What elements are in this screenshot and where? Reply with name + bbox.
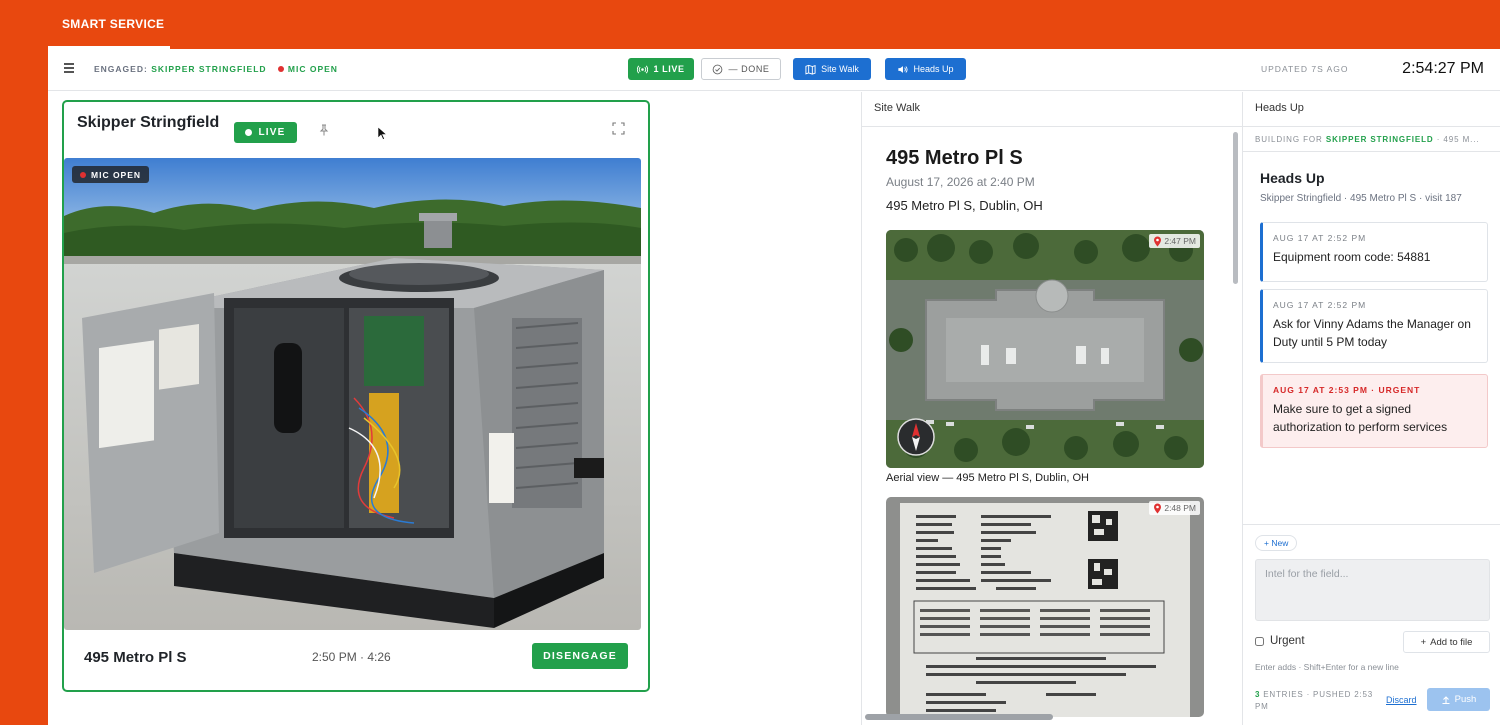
- speaker-icon: [898, 65, 909, 73]
- aerial-image: [886, 230, 1204, 468]
- top-bar: ENGAGED: SKIPPER STRINGFIELD MIC OPEN 1 …: [48, 49, 1500, 91]
- heads-up-subtitle: Skipper Stringfield · 495 Metro Pl S · v…: [1260, 193, 1462, 204]
- note-text: Ask for Vinny Adams the Manager on Duty …: [1273, 317, 1471, 349]
- site-walk-button[interactable]: Site Walk: [793, 58, 871, 80]
- mic-open-label: MIC OPEN: [91, 169, 142, 180]
- building-name: SKIPPER STRINGFIELD: [1325, 135, 1434, 144]
- location-pin-icon: [1154, 503, 1162, 513]
- clock: 2:54:27 PM: [1402, 60, 1484, 77]
- live-filter-button[interactable]: 1 LIVE: [628, 58, 694, 80]
- heads-up-label: Heads Up: [913, 64, 954, 74]
- live-badge-label: LIVE: [258, 127, 286, 138]
- mic-dot-icon: [277, 66, 284, 72]
- site-walk-scroll[interactable]: 495 Metro Pl S August 17, 2026 at 2:40 P…: [862, 128, 1242, 725]
- urgent-checkbox[interactable]: [1255, 636, 1264, 646]
- site-walk-label: Site Walk: [821, 64, 859, 74]
- disengage-button[interactable]: DISENGAGE: [532, 643, 628, 669]
- heads-up-note-urgent[interactable]: AUG 17 AT 2:53 PM · URGENT Make sure to …: [1260, 374, 1488, 448]
- push-label: Push: [1454, 694, 1477, 705]
- check-circle-icon: [713, 64, 723, 74]
- note-timestamp: AUG 17 AT 2:52 PM: [1273, 300, 1367, 310]
- map-icon: [805, 64, 816, 75]
- live-video-feed[interactable]: MIC OPEN: [64, 158, 641, 630]
- site-walk-header: Site Walk: [862, 92, 1242, 127]
- photo-time-label: 2:47 PM: [1164, 236, 1196, 246]
- push-button[interactable]: Push: [1427, 688, 1490, 711]
- engaged-label: ENGAGED:: [94, 64, 148, 74]
- add-to-file-label: Add to file: [1430, 636, 1473, 648]
- building-suffix: · 495 M...: [1436, 135, 1480, 144]
- site-walk-panel: Site Walk 495 Metro Pl S August 17, 2026…: [861, 92, 1242, 725]
- note-timestamp: AUG 17 AT 2:53 PM · URGENT: [1273, 385, 1421, 395]
- building-for-bar: BUILDING FOR SKIPPER STRINGFIELD · 495 M…: [1243, 128, 1500, 152]
- nameplate-image: [886, 497, 1204, 717]
- mic-status: MIC OPEN: [287, 64, 338, 74]
- broadcast-icon: [637, 65, 649, 73]
- updated-status: UPDATED 7S AGO: [1261, 64, 1349, 74]
- site-date: August 17, 2026 at 2:40 PM: [886, 175, 1035, 189]
- heads-up-title: Heads Up: [1260, 170, 1325, 186]
- nameplate-photo[interactable]: 2:48 PM: [886, 497, 1204, 717]
- menu-icon[interactable]: [64, 63, 74, 73]
- entries-text: ENTRIES · PUSHED 2:53 PM: [1255, 690, 1373, 711]
- heads-up-note[interactable]: AUG 17 AT 2:52 PM Equipment room code: 5…: [1260, 222, 1488, 282]
- done-filter-button[interactable]: — DONE: [701, 58, 781, 80]
- photo-timestamp: 2:47 PM: [1149, 234, 1200, 248]
- cursor-icon: [377, 126, 387, 140]
- heads-up-header: Heads Up: [1243, 92, 1500, 127]
- card-time: 2:50 PM · 4:26: [312, 650, 391, 664]
- brand-title: SMART SERVICE: [62, 17, 165, 31]
- note-text: Equipment room code: 54881: [1273, 250, 1431, 264]
- new-note-button[interactable]: + New: [1255, 535, 1298, 551]
- live-badge: LIVE: [234, 122, 297, 143]
- entries-count: 3: [1255, 690, 1261, 699]
- urgent-label: Urgent: [1270, 635, 1305, 647]
- site-title: 495 Metro Pl S: [886, 147, 1023, 169]
- heads-up-note[interactable]: AUG 17 AT 2:52 PM Ask for Vinny Adams th…: [1260, 289, 1488, 363]
- live-stage: Skipper Stringfield LIVE MIC OPEN 495 Me…: [48, 92, 861, 725]
- heads-up-button[interactable]: Heads Up: [885, 58, 966, 80]
- building-prefix: BUILDING FOR: [1255, 135, 1323, 144]
- site-address: 495 Metro Pl S, Dublin, OH: [886, 198, 1043, 213]
- note-text: Make sure to get a signed authorization …: [1273, 402, 1448, 434]
- add-to-file-button[interactable]: + Add to file: [1403, 631, 1490, 653]
- engaged-status: ENGAGED: SKIPPER STRINGFIELD MIC OPEN: [94, 64, 338, 74]
- pin-icon[interactable]: [318, 124, 330, 136]
- tech-name: Skipper Stringfield: [77, 114, 220, 131]
- intel-input[interactable]: [1255, 559, 1490, 621]
- aerial-photo[interactable]: 2:47 PM: [886, 230, 1204, 468]
- live-session-card: Skipper Stringfield LIVE MIC OPEN 495 Me…: [62, 100, 650, 692]
- rooftop-unit-image: [64, 158, 641, 630]
- discard-link[interactable]: Discard: [1386, 695, 1417, 705]
- app-window: ENGAGED: SKIPPER STRINGFIELD MIC OPEN 1 …: [48, 49, 1500, 725]
- live-filter-label: 1 LIVE: [653, 64, 685, 74]
- heads-up-composer: + New Urgent + Add to file Enter adds · …: [1243, 524, 1500, 725]
- urgent-checkbox-row[interactable]: Urgent: [1255, 635, 1305, 647]
- photo-caption: Aerial view — 495 Metro Pl S, Dublin, OH: [886, 472, 1089, 484]
- photo-time-label: 2:48 PM: [1164, 503, 1196, 513]
- done-filter-label: — DONE: [728, 64, 770, 74]
- composer-hint: Enter adds · Shift+Enter for a new line: [1255, 662, 1399, 672]
- mic-open-badge: MIC OPEN: [72, 166, 150, 183]
- entries-status: 3 ENTRIES · PUSHED 2:53 PM: [1255, 689, 1373, 713]
- plus-icon: +: [1420, 636, 1427, 648]
- upload-icon: [1442, 695, 1450, 704]
- horizontal-scrollbar[interactable]: [865, 714, 1053, 720]
- vertical-scrollbar[interactable]: [1233, 132, 1238, 284]
- location-pin-icon: [1154, 236, 1162, 246]
- note-timestamp: AUG 17 AT 2:52 PM: [1273, 233, 1367, 243]
- card-address: 495 Metro Pl S: [84, 649, 187, 666]
- expand-icon[interactable]: [612, 122, 625, 135]
- heads-up-panel: Heads Up BUILDING FOR SKIPPER STRINGFIEL…: [1242, 92, 1500, 725]
- photo-timestamp: 2:48 PM: [1149, 501, 1200, 515]
- engaged-name: SKIPPER STRINGFIELD: [151, 64, 267, 74]
